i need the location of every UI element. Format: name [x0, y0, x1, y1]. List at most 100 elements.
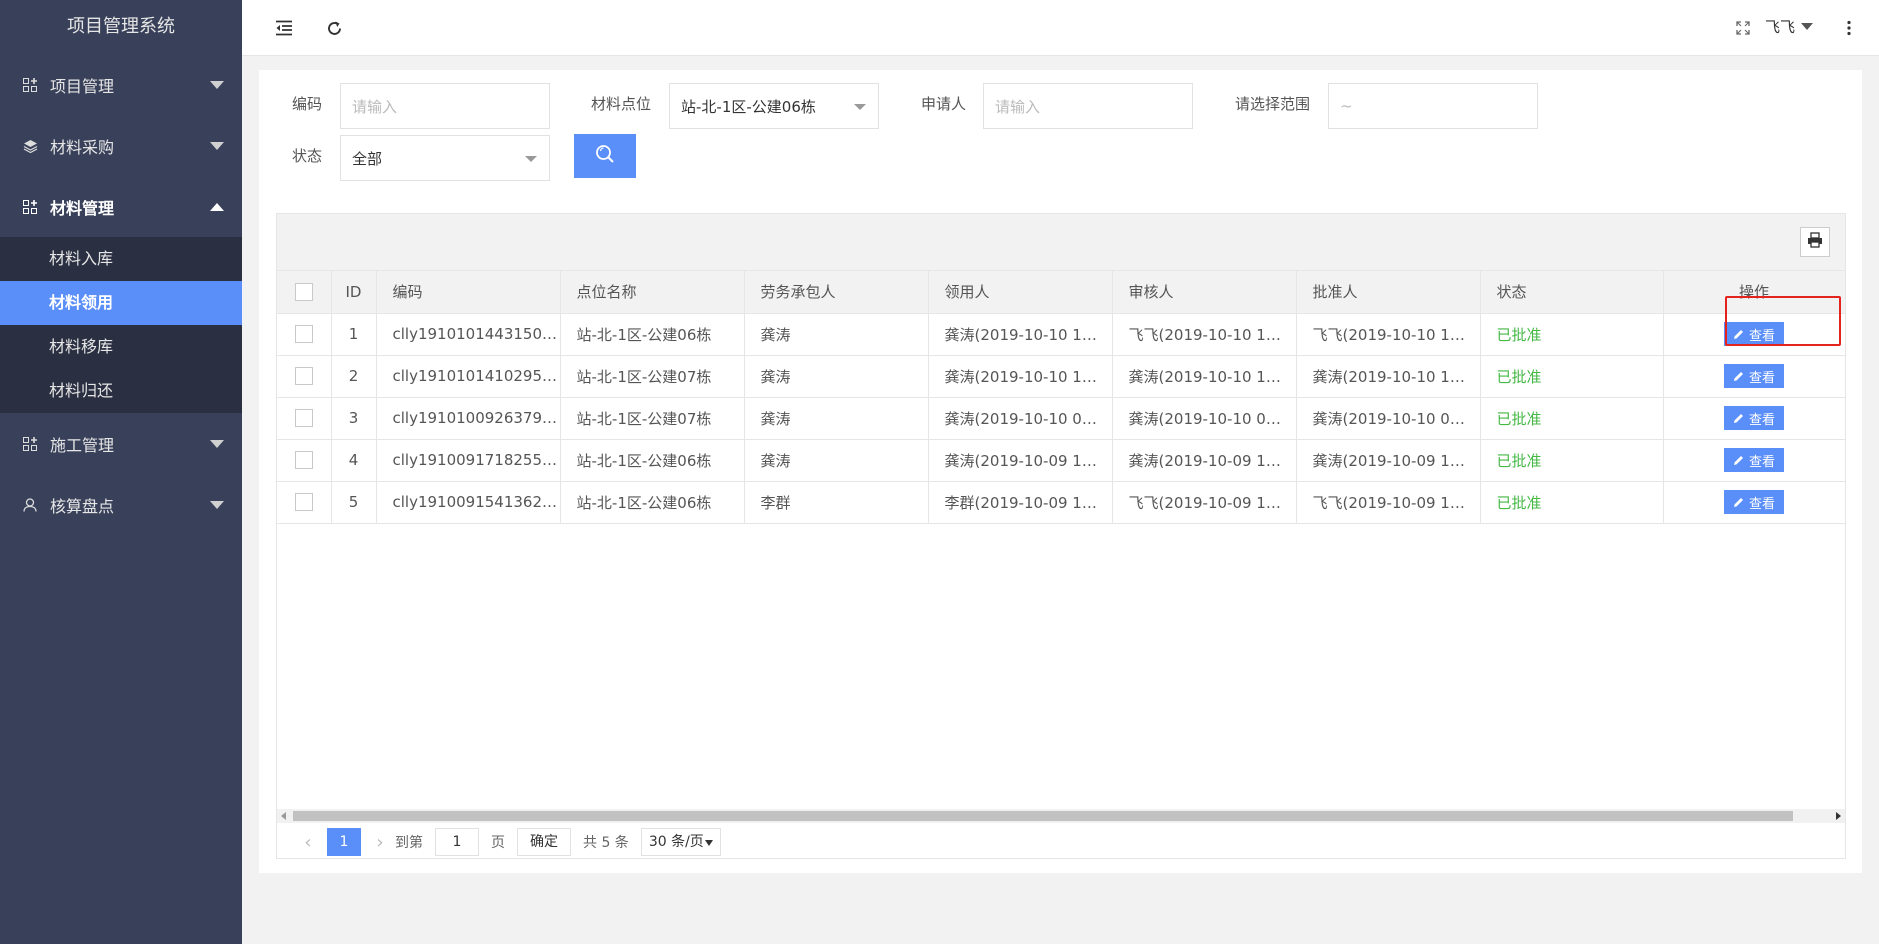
horizontal-scrollbar[interactable] — [277, 809, 1845, 823]
view-button[interactable]: 查看 — [1723, 406, 1784, 430]
cell-receiver: 龚涛(2019-10-10 1… — [928, 313, 1113, 356]
cell-status: 已批准 — [1480, 313, 1664, 356]
status-value: 全部 — [352, 149, 383, 168]
user-menu[interactable]: 飞飞 — [1765, 16, 1813, 37]
edit-icon — [1733, 497, 1743, 507]
row-select-cell — [277, 397, 332, 440]
view-button-label: 查看 — [1748, 412, 1775, 428]
scroll-right-icon[interactable] — [1836, 812, 1841, 820]
cell-reviewer: 飞飞(2019-10-10 1… — [1112, 313, 1297, 356]
cell-receiver: 龚涛(2019-10-10 1… — [928, 355, 1113, 398]
submenu-material: 材料入库 材料领用 材料移库 材料归还 — [0, 237, 242, 413]
applicant-input[interactable]: 请输入 — [983, 83, 1193, 129]
goto-page-input[interactable]: 1 — [435, 828, 479, 856]
edit-icon — [1733, 329, 1743, 339]
menu-item-construction[interactable]: 施工管理 — [0, 413, 242, 474]
submenu-item-transfer[interactable]: 材料移库 — [0, 325, 242, 369]
code-input[interactable]: 请输入 — [340, 83, 550, 129]
page-size-value: 30 条/页 — [648, 834, 704, 850]
edit-icon — [1733, 413, 1743, 423]
cell-id: 3 — [331, 397, 377, 440]
refresh-icon[interactable] — [320, 14, 348, 42]
location-select[interactable]: 站-北-1区-公建06栋 — [669, 83, 879, 129]
view-button-label: 查看 — [1748, 370, 1775, 386]
view-button[interactable]: 查看 — [1723, 490, 1784, 514]
page-size-select[interactable]: 30 条/页 — [640, 828, 721, 856]
goto-label: 到第 — [395, 835, 423, 851]
row-select-cell — [277, 439, 332, 482]
cell-contractor: 李群 — [744, 481, 929, 524]
view-button[interactable]: 查看 — [1723, 448, 1784, 472]
cell-action: 查看 — [1663, 397, 1846, 440]
cell-id: 2 — [331, 355, 377, 398]
caret-down-icon — [525, 156, 537, 162]
submenu-item-inbound[interactable]: 材料入库 — [0, 237, 242, 281]
current-page[interactable]: 1 — [327, 828, 361, 856]
more-vertical-icon[interactable] — [1835, 14, 1863, 42]
cell-reviewer: 龚涛(2019-10-09 1… — [1112, 439, 1297, 482]
cell-receiver: 李群(2019-10-09 1… — [928, 481, 1113, 524]
main-panel: 编码 请输入 材料点位 站-北-1区-公建06栋 申请人 请输入 请选择范围 ~… — [259, 70, 1862, 873]
user-name: 飞飞 — [1764, 18, 1795, 36]
export-button[interactable] — [1800, 227, 1830, 257]
row-select-cell — [277, 481, 332, 524]
col-status: 状态 — [1480, 271, 1664, 314]
row-select-cell — [277, 313, 332, 356]
layers-icon — [22, 138, 38, 154]
cell-action: 查看 — [1663, 439, 1846, 482]
cell-action: 查看 — [1663, 355, 1846, 398]
col-id: ID — [331, 271, 377, 314]
app-brand: 项目管理系统 — [67, 16, 175, 37]
cell-contractor: 龚涛 — [744, 439, 929, 482]
goto-confirm-button[interactable]: 确定 — [517, 828, 571, 856]
cell-action: 查看 — [1663, 481, 1846, 524]
next-page-icon[interactable]: › — [365, 832, 395, 853]
view-button[interactable]: 查看 — [1723, 364, 1784, 388]
cell-receiver: 龚涛(2019-10-09 1… — [928, 439, 1113, 482]
scroll-thumb[interactable] — [293, 811, 1793, 821]
submenu-item-return[interactable]: 材料归还 — [0, 369, 242, 413]
search-icon — [595, 144, 615, 168]
fullscreen-icon[interactable] — [1729, 14, 1757, 42]
cell-id: 5 — [331, 481, 377, 524]
cell-code: clly1910091718255… — [376, 439, 561, 482]
menu-label: 材料采购 — [50, 137, 115, 157]
cell-location: 站-北-1区-公建07栋 — [560, 355, 745, 398]
cell-status: 已批准 — [1480, 439, 1664, 482]
date-range-input[interactable]: ~ — [1328, 83, 1538, 129]
cell-receiver: 龚涛(2019-10-10 0… — [928, 397, 1113, 440]
page-unit-label: 页 — [491, 835, 505, 851]
select-all-checkbox[interactable] — [294, 283, 313, 301]
table-row: 5 clly1910091541362… 站-北-1区-公建06栋 李群 李群(2019… — [277, 481, 1846, 524]
chevron-up-icon — [210, 202, 224, 211]
menu-item-purchase[interactable]: 材料采购 — [0, 115, 242, 176]
caret-down-icon — [854, 104, 866, 110]
table-row: 3 clly1910100926379… 站-北-1区-公建07栋 龚涛 龚涛(2019… — [277, 397, 1846, 440]
row-checkbox[interactable] — [294, 409, 313, 428]
collapse-menu-icon[interactable] — [270, 14, 298, 42]
menu-item-material[interactable]: 材料管理 — [0, 176, 242, 237]
submenu-item-requisition[interactable]: 材料领用 — [0, 281, 242, 325]
grid-plus-icon — [22, 436, 38, 452]
search-button[interactable] — [574, 134, 636, 178]
row-checkbox[interactable] — [294, 367, 313, 386]
view-button-label: 查看 — [1748, 454, 1775, 470]
row-checkbox[interactable] — [294, 451, 313, 470]
cell-code: clly1910091541362… — [376, 481, 561, 524]
grid-plus-icon — [22, 199, 38, 215]
cell-location: 站-北-1区-公建06栋 — [560, 439, 745, 482]
row-checkbox[interactable] — [294, 325, 313, 344]
scroll-left-icon[interactable] — [281, 812, 286, 820]
chevron-down-icon — [210, 141, 224, 150]
view-button[interactable]: 查看 — [1723, 322, 1784, 346]
prev-page-icon[interactable]: ‹ — [293, 832, 323, 853]
cell-reviewer: 飞飞(2019-10-09 1… — [1112, 481, 1297, 524]
menu-item-project[interactable]: 项目管理 — [0, 54, 242, 115]
view-button-label: 查看 — [1748, 496, 1775, 512]
menu-item-accounting[interactable]: 核算盘点 — [0, 474, 242, 535]
col-code: 编码 — [376, 271, 561, 314]
cell-location: 站-北-1区-公建06栋 — [560, 481, 745, 524]
status-select[interactable]: 全部 — [340, 135, 550, 181]
table-row: 4 clly1910091718255… 站-北-1区-公建06栋 龚涛 龚涛(2019… — [277, 439, 1846, 482]
row-checkbox[interactable] — [294, 493, 313, 512]
